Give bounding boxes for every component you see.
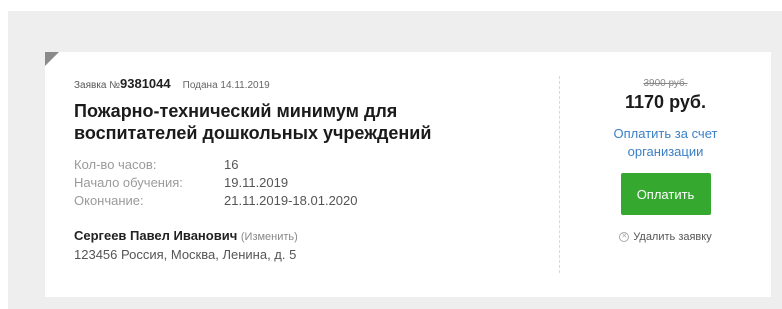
student-info: Сергеев Павел Иванович (Изменить) 123456… xyxy=(74,227,544,263)
hours-value: 16 xyxy=(224,157,239,172)
order-number: 9381044 xyxy=(120,76,171,91)
order-card: Заявка №9381044 Подана 14.11.2019 Пожарно… xyxy=(45,52,771,297)
student-address: 123456 Россия, Москва, Ленина, д. 5 xyxy=(74,247,297,262)
pay-by-organization-link[interactable]: Оплатить за счет организации xyxy=(586,125,746,161)
change-link[interactable]: (Изменить) xyxy=(241,231,298,243)
remove-order-link[interactable]: ✕ Удалить заявку xyxy=(560,230,771,244)
remove-circle-icon: ✕ xyxy=(619,232,630,243)
course-title: Пожарно-технический минимум для воспитат… xyxy=(74,100,544,144)
submitted-date: Подана 14.11.2019 xyxy=(182,80,270,91)
student-name: Сергеев Павел Иванович xyxy=(74,228,238,243)
order-meta: Заявка №9381044 Подана 14.11.2019 xyxy=(74,77,544,93)
new-price: 1170 руб. xyxy=(625,92,706,112)
end-row: Окончание: 21.11.2019-18.01.2020 xyxy=(74,192,544,210)
start-value: 19.11.2019 xyxy=(224,175,289,190)
hours-row: Кол-во часов: 16 xyxy=(74,156,544,174)
course-title-line-1: Пожарно-технический минимум для xyxy=(74,101,398,121)
remove-order-label[interactable]: Удалить заявку xyxy=(633,231,711,243)
corner-triangle-icon xyxy=(45,52,59,66)
start-label: Начало обучения: xyxy=(74,175,183,190)
end-value: 21.11.2019-18.01.2020 xyxy=(224,193,358,208)
payment-section: 3900 руб. 1170 руб. Оплатить за счет орг… xyxy=(560,77,771,244)
course-title-line-2: воспитателей дошкольных учреждений xyxy=(74,123,432,143)
old-price: 3900 руб. xyxy=(643,78,688,89)
order-number-prefix: Заявка № xyxy=(74,80,120,91)
start-row: Начало обучения: 19.11.2019 xyxy=(74,174,544,192)
pay-button[interactable]: Оплатить xyxy=(620,173,711,215)
course-info: Кол-во часов: 16 Начало обучения: 19.11.20… xyxy=(74,156,544,210)
orders-panel: Заявка №9381044 Подана 14.11.2019 Пожарно… xyxy=(8,11,782,309)
end-label: Окончание: xyxy=(74,193,144,208)
hours-label: Кол-во часов: xyxy=(74,157,157,172)
order-details: Заявка №9381044 Подана 14.11.2019 Пожарно… xyxy=(74,77,544,263)
